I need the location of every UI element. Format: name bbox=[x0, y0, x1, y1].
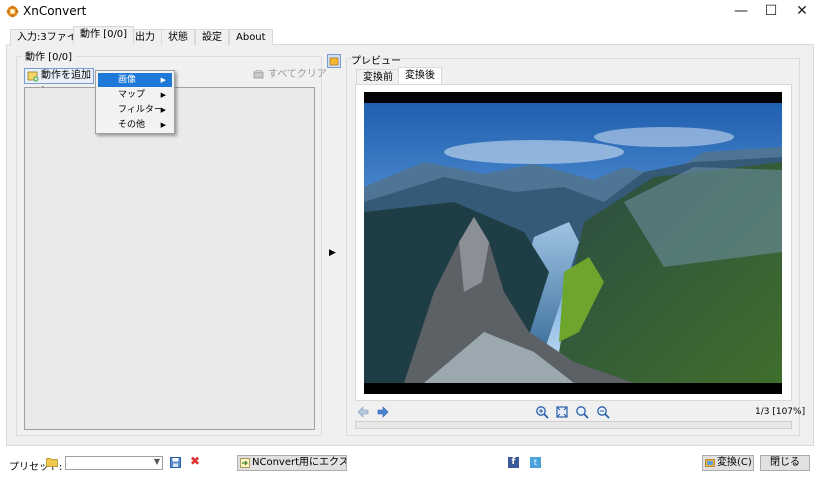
add-action-icon bbox=[27, 71, 39, 82]
facebook-icon[interactable]: f bbox=[508, 457, 519, 468]
tab-after[interactable]: 変換後 bbox=[398, 67, 442, 85]
title-bar bbox=[0, 0, 820, 22]
actual-size-icon[interactable] bbox=[575, 405, 589, 419]
tab-about[interactable]: About bbox=[229, 29, 273, 45]
eraser-icon bbox=[253, 70, 264, 79]
actions-list[interactable] bbox=[24, 87, 315, 430]
convert-button[interactable]: 変換(C) bbox=[702, 455, 754, 471]
page-info: 1/3 [107%] bbox=[755, 407, 806, 417]
clear-all-label: すべてクリア bbox=[268, 69, 327, 80]
submenu-arrow-icon: ▶ bbox=[160, 76, 166, 84]
xnconvert-logo-icon bbox=[6, 5, 19, 18]
tab-settings[interactable]: 設定 bbox=[195, 29, 229, 45]
preview-nav-bar bbox=[355, 404, 792, 420]
delete-icon[interactable]: ✖ bbox=[190, 455, 201, 467]
menu-item-filter[interactable]: フィルター ▶ bbox=[98, 103, 172, 117]
menu-item-map[interactable]: マップ ▶ bbox=[98, 88, 172, 102]
chevron-down-icon: ▼ bbox=[153, 457, 160, 466]
menu-item-image[interactable]: 画像 ▶ bbox=[98, 73, 172, 87]
close-button[interactable]: 閉じる bbox=[760, 455, 810, 471]
preview-toggle-icon[interactable] bbox=[327, 54, 341, 68]
preview-image bbox=[364, 92, 782, 394]
splitter-arrow-icon[interactable]: ▶ bbox=[329, 248, 336, 258]
previous-arrow-icon[interactable] bbox=[356, 405, 370, 419]
submenu-arrow-icon: ▶ bbox=[160, 121, 166, 129]
clear-all-button[interactable]: すべてクリア bbox=[252, 68, 327, 84]
close-window-button[interactable]: ✕ bbox=[779, 0, 820, 22]
preview-scrollbar[interactable] bbox=[355, 421, 792, 429]
submenu-arrow-icon: ▶ bbox=[160, 91, 166, 99]
add-action-button[interactable]: 動作を追加> bbox=[24, 68, 94, 95]
menu-item-label: 画像 bbox=[118, 75, 137, 85]
export-icon bbox=[240, 458, 250, 468]
zoom-out-icon[interactable] bbox=[596, 405, 610, 419]
twitter-icon[interactable]: t bbox=[530, 457, 541, 468]
convert-label: 変換(C) bbox=[717, 457, 752, 468]
window-title: XnConvert bbox=[23, 4, 87, 18]
convert-icon bbox=[705, 459, 715, 467]
menu-item-label: その他 bbox=[118, 120, 146, 130]
folder-icon[interactable] bbox=[46, 457, 58, 467]
export-label: NConvert用にエクスポート... bbox=[252, 457, 346, 468]
tab-before[interactable]: 変換前 bbox=[356, 69, 400, 85]
tab-status[interactable]: 状態 bbox=[161, 29, 195, 45]
preview-caption: プレビュー bbox=[351, 56, 401, 67]
export-nconvert-button[interactable]: NConvert用にエクスポート... bbox=[237, 455, 347, 471]
menu-item-label: フィルター bbox=[118, 105, 163, 115]
preset-select[interactable]: ▼ bbox=[65, 456, 163, 470]
menu-item-label: マップ bbox=[118, 90, 146, 100]
tab-actions[interactable]: 動作 [0/0] bbox=[73, 26, 135, 45]
add-action-menu: 画像 ▶ マップ ▶ フィルター ▶ その他 ▶ bbox=[95, 70, 175, 134]
next-arrow-icon[interactable] bbox=[376, 405, 390, 419]
save-icon[interactable] bbox=[170, 457, 181, 468]
actions-caption: 動作 [0/0] bbox=[22, 48, 76, 63]
menu-item-other[interactable]: その他 ▶ bbox=[98, 118, 172, 132]
fit-to-window-icon[interactable] bbox=[555, 405, 569, 419]
zoom-in-icon[interactable] bbox=[535, 405, 549, 419]
submenu-arrow-icon: ▶ bbox=[160, 106, 166, 114]
